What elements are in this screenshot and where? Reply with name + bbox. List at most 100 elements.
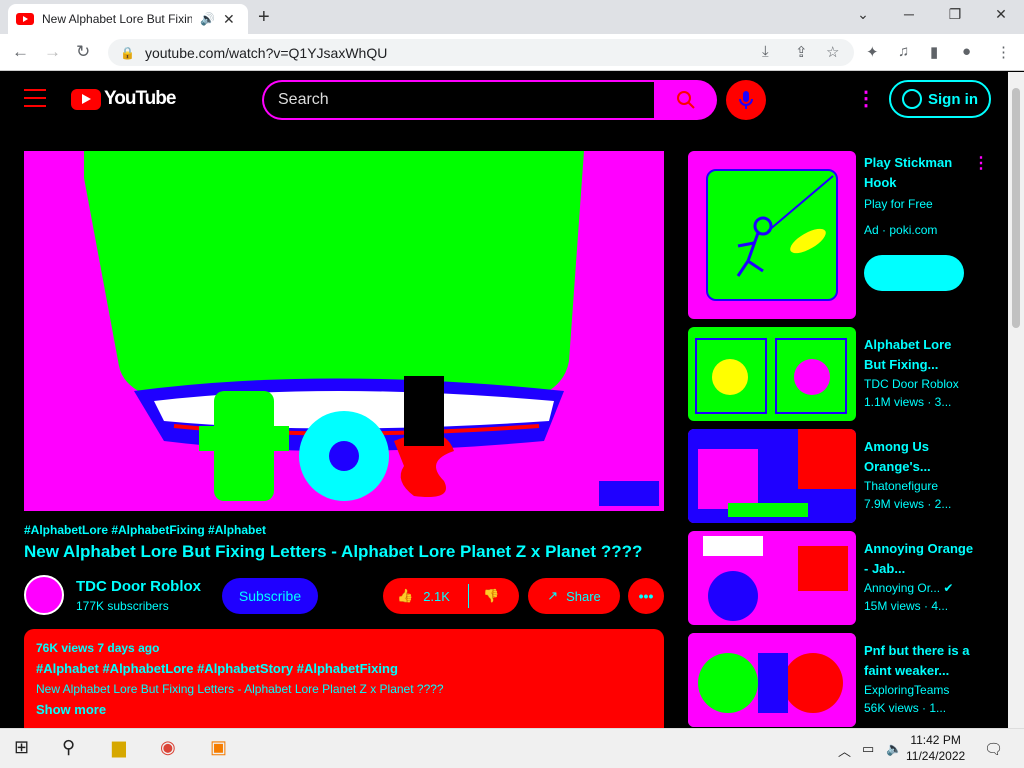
forward-icon[interactable]: → (44, 42, 61, 62)
search-button[interactable] (654, 80, 717, 120)
show-more-button[interactable]: Show more (36, 702, 652, 717)
rec-channel[interactable]: Thatonefigure (864, 479, 938, 493)
rec-thumbnail-art (688, 429, 856, 523)
settings-kebab-icon[interactable]: ⋮ (856, 86, 876, 111)
youtube-page: YouTube ⋮ Sign in (0, 72, 1008, 728)
browser-toolbar: ← → ↻ 🔒 youtube.com/watch?v=Q1YJsaxWhQU … (0, 34, 1024, 71)
hamburger-menu-icon[interactable] (24, 89, 46, 107)
youtube-favicon-icon (16, 13, 34, 25)
rec-thumbnail-art (688, 633, 856, 727)
subscribe-button[interactable]: Subscribe (222, 578, 318, 614)
network-icon[interactable]: ▭ (862, 741, 874, 757)
rec-views: 15M views · 4... (864, 599, 949, 613)
like-dislike-group: 👍 2.1K 👎 (383, 578, 519, 614)
address-bar[interactable]: 🔒 youtube.com/watch?v=Q1YJsaxWhQU (108, 39, 854, 66)
dislike-button[interactable]: 👎 (469, 588, 499, 604)
sign-in-button[interactable]: Sign in (889, 80, 991, 118)
youtube-header: YouTube ⋮ Sign in (0, 72, 1008, 128)
subscriber-count: 177K subscribers (76, 599, 169, 613)
search-input[interactable] (262, 80, 654, 120)
ad-card[interactable]: Play Stickman Hook Play for Free Ad · po… (688, 151, 989, 319)
search-taskbar-icon[interactable]: ⚲ (62, 737, 75, 758)
reload-icon[interactable]: ↻ (76, 42, 90, 62)
audio-icon[interactable]: 🔊 (200, 12, 215, 26)
ad-cta-button[interactable] (864, 255, 964, 291)
restore-icon[interactable]: ❐ (935, 4, 975, 24)
rec-thumbnail[interactable] (688, 633, 856, 727)
sidepanel-icon[interactable]: ▮ (930, 43, 938, 61)
logo-text: YouTube (104, 88, 176, 109)
rec-thumbnail[interactable] (688, 531, 856, 625)
sign-in-label: Sign in (928, 90, 978, 108)
menu-icon[interactable]: ⋮ (996, 43, 1011, 61)
recommendation-item[interactable]: Pnf but there is a faint weaker... Explo… (688, 633, 988, 727)
extensions-icon[interactable]: ✦ (866, 43, 879, 61)
clock-time: 11:42 PM (910, 733, 961, 747)
ad-title[interactable]: Play Stickman Hook (864, 153, 964, 193)
rec-thumbnail-art (703, 536, 848, 621)
scrollbar-thumb[interactable] (1012, 88, 1020, 328)
rec-title[interactable]: Among Us Orange's... (864, 437, 974, 477)
voice-search-button[interactable] (726, 80, 766, 120)
rec-title[interactable]: Alphabet Lore But Fixing... (864, 335, 974, 375)
description-box[interactable]: 76K views 7 days ago #Alphabet #Alphabet… (24, 629, 664, 728)
rec-views: 1.1M views · 3... (864, 395, 952, 409)
stickman-hook-icon (736, 175, 834, 277)
youtube-logo[interactable]: YouTube (71, 88, 176, 110)
share-arrow-icon: ↗ (547, 588, 559, 603)
profile-icon[interactable]: ● (962, 43, 971, 60)
ad-thumbnail[interactable] (688, 151, 856, 319)
account-icon (902, 89, 922, 109)
ad-sponsor: Ad · poki.com (864, 223, 938, 237)
rec-title[interactable]: Pnf but there is a faint weaker... (864, 641, 974, 681)
tray-chevron-icon[interactable]: ︿ (838, 741, 851, 760)
clock-date: 11/24/2022 (906, 749, 966, 763)
channel-avatar[interactable] (24, 575, 64, 615)
close-tab-icon[interactable]: ✕ (223, 11, 235, 28)
video-player[interactable] (24, 151, 664, 511)
windows-start-icon[interactable]: ⊞ (14, 737, 29, 758)
recommendation-item[interactable]: Annoying Orange - Jab... Annoying Or... … (688, 531, 988, 625)
browser-tab-bar: New Alphabet Lore But Fixing Letters 🔊 ✕… (0, 0, 1024, 34)
channel-name[interactable]: TDC Door Roblox (76, 578, 201, 595)
browser-tab[interactable]: New Alphabet Lore But Fixing Letters 🔊 ✕ (8, 4, 248, 34)
video-frame (24, 151, 664, 511)
rec-channel[interactable]: Annoying Or... ✔ (864, 581, 953, 595)
rec-thumbnail[interactable] (688, 327, 856, 421)
lock-icon[interactable]: 🔒 (120, 46, 135, 60)
share-button[interactable]: ↗ Share (528, 578, 620, 614)
rec-thumbnail[interactable] (688, 429, 856, 523)
rec-channel[interactable]: ExploringTeams (864, 683, 949, 697)
video-hashtags[interactable]: #AlphabetLore #AlphabetFixing #Alphabet (24, 523, 266, 537)
media-icon[interactable]: ♫ (898, 43, 909, 60)
back-icon[interactable]: ← (12, 42, 29, 62)
new-tab-button[interactable]: + (258, 6, 270, 29)
page-scrollbar[interactable] (1008, 72, 1024, 728)
like-button[interactable]: 👍 2.1K (383, 584, 469, 608)
notification-icon[interactable]: 🗨 (984, 740, 1003, 758)
url-text[interactable]: youtube.com/watch?v=Q1YJsaxWhQU (145, 45, 387, 61)
recommendation-item[interactable]: Among Us Orange's... Thatonefigure 7.9M … (688, 429, 988, 523)
system-clock[interactable]: 11:42 PM 11/24/2022 (906, 732, 965, 764)
ad-menu-icon[interactable]: ⋮ (973, 153, 989, 173)
thumbs-up-icon: 👍 (397, 588, 414, 603)
rec-title[interactable]: Annoying Orange - Jab... (864, 539, 974, 579)
rec-channel[interactable]: TDC Door Roblox (864, 377, 959, 391)
tab-title: New Alphabet Lore But Fixing Letters (42, 12, 192, 26)
more-actions-button[interactable]: ••• (628, 578, 664, 614)
window-close-icon[interactable]: ✕ (981, 4, 1021, 24)
recommendation-item[interactable]: Alphabet Lore But Fixing... TDC Door Rob… (688, 327, 988, 421)
volume-icon[interactable]: 🔈 (886, 741, 902, 757)
star-icon[interactable]: ☆ (826, 43, 839, 61)
description-hashtags[interactable]: #Alphabet #AlphabetLore #AlphabetStory #… (36, 661, 652, 676)
windows-taskbar: ⊞ ⚲ ▆ ◉ ▣ ︿ ▭ 🔈 11:42 PM 11/24/2022 🗨 (0, 728, 1024, 768)
chrome-icon[interactable]: ◉ (160, 737, 176, 758)
app-icon[interactable]: ▣ (210, 737, 227, 758)
like-count: 2.1K (423, 588, 450, 604)
minimize-icon[interactable]: ─ (889, 4, 929, 24)
file-explorer-icon[interactable]: ▆ (112, 737, 126, 758)
share-icon[interactable]: ⇪ (795, 43, 808, 61)
video-title: New Alphabet Lore But Fixing Letters - A… (24, 542, 643, 561)
tab-search-icon[interactable]: ⌄ (843, 4, 883, 24)
install-icon[interactable]: ⤓ (762, 43, 769, 60)
